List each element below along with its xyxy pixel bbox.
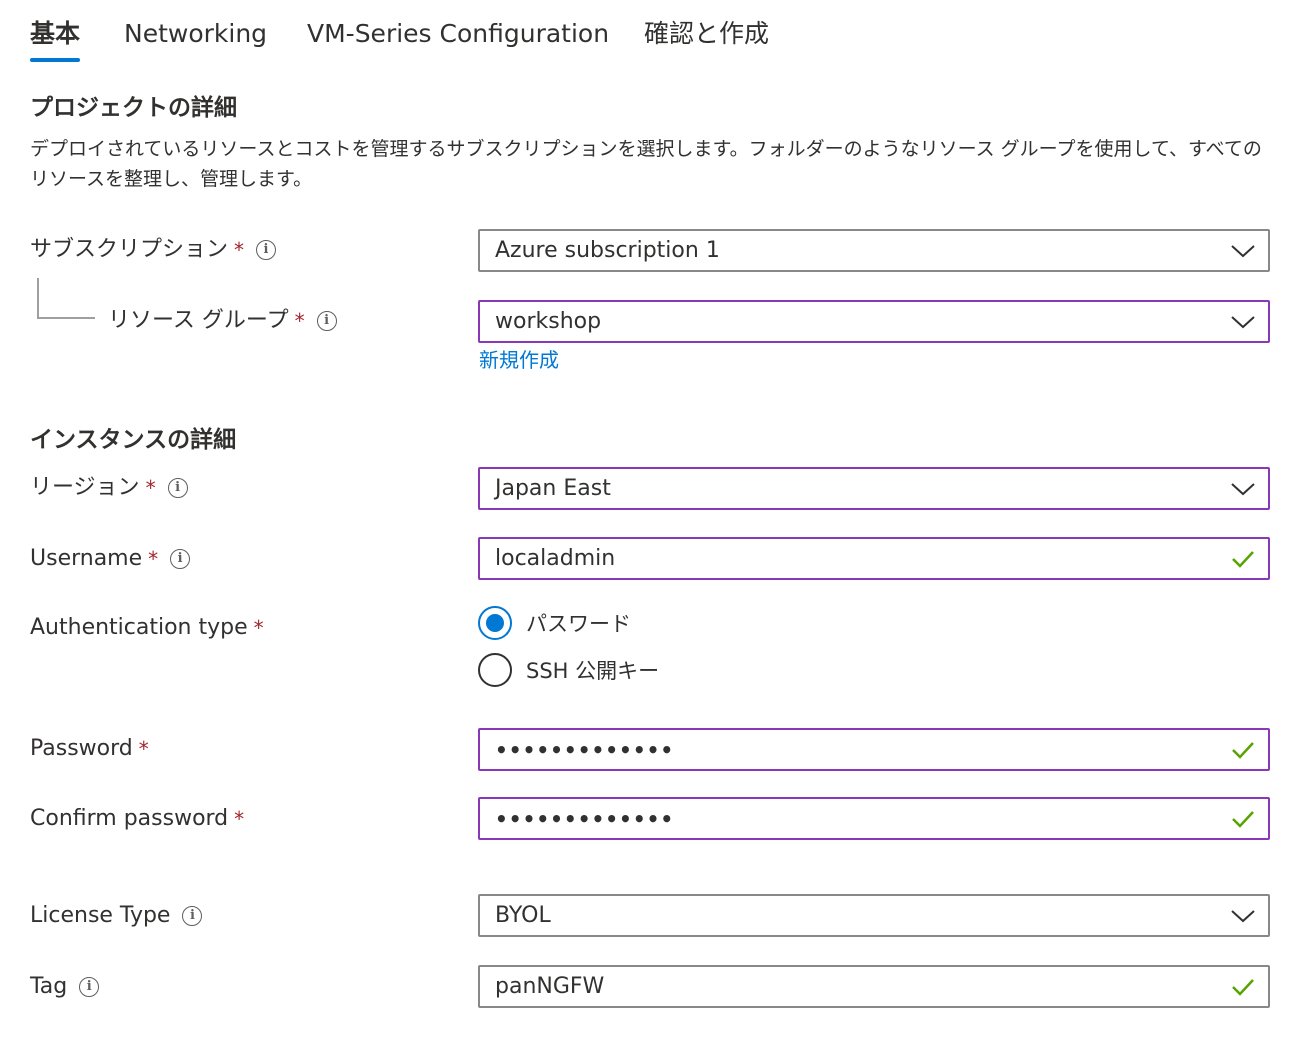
chevron-down-icon [1218, 896, 1268, 935]
checkmark-icon [1218, 539, 1268, 578]
tab-vm-series-configuration[interactable]: VM-Series Configuration [307, 14, 609, 62]
confirm-password-masked-value: ••••••••••••• [495, 806, 675, 831]
auth-password-label: パスワード [526, 612, 631, 636]
subscription-dropdown[interactable]: Azure subscription 1 [478, 229, 1270, 272]
subscription-label-text: サブスクリプション [30, 237, 229, 262]
auth-ssh-key-radio[interactable]: SSH 公開キー [478, 653, 659, 687]
tag-label: Tag i [30, 971, 100, 1003]
region-value: Japan East [495, 476, 611, 501]
project-details-description: デプロイされているリソースとコストを管理するサブスクリプションを選択します。フォ… [30, 138, 1262, 190]
username-label-text: Username [30, 546, 143, 571]
radio-unselected-icon [478, 653, 512, 687]
tag-value: panNGFW [495, 974, 605, 999]
info-icon[interactable]: i [170, 549, 191, 569]
tree-connector-horizontal [37, 317, 95, 319]
tab-review-create[interactable]: 確認と作成 [644, 14, 769, 62]
region-dropdown[interactable]: Japan East [478, 467, 1270, 510]
chevron-down-icon [1218, 302, 1268, 341]
checkmark-icon [1218, 967, 1268, 1006]
resource-group-dropdown[interactable]: workshop [478, 300, 1270, 343]
required-marker: * [253, 616, 264, 640]
tab-networking[interactable]: Networking [124, 14, 267, 62]
license-type-value: BYOL [495, 903, 551, 928]
required-marker: * [148, 547, 159, 571]
region-label-text: リージョン [30, 475, 140, 500]
subscription-label: サブスクリプション * i [30, 234, 277, 266]
info-icon[interactable]: i [316, 311, 337, 331]
subscription-value: Azure subscription 1 [495, 238, 720, 263]
resource-group-value: workshop [495, 309, 602, 334]
tag-label-text: Tag [30, 974, 68, 999]
tag-input[interactable]: panNGFW [478, 965, 1270, 1008]
license-type-label-text: License Type [30, 903, 171, 928]
auth-ssh-key-label: SSH 公開キー [526, 659, 660, 683]
required-marker: * [294, 309, 305, 333]
license-type-label: License Type i [30, 900, 203, 932]
checkmark-icon [1218, 799, 1268, 838]
password-input[interactable]: ••••••••••••• [478, 728, 1270, 771]
auth-type-label-text: Authentication type [30, 615, 248, 640]
project-details-heading: プロジェクトの詳細 [30, 95, 237, 121]
username-value: localadmin [495, 546, 616, 571]
username-input[interactable]: localadmin [478, 537, 1270, 580]
required-marker: * [234, 807, 245, 831]
auth-type-label: Authentication type * [30, 612, 264, 644]
info-icon[interactable]: i [256, 240, 277, 260]
chevron-down-icon [1218, 469, 1268, 508]
username-label: Username * i [30, 543, 191, 575]
required-marker: * [234, 238, 245, 262]
radio-selected-icon [478, 606, 512, 640]
required-marker: * [145, 476, 156, 500]
required-marker: * [138, 737, 149, 761]
password-label: Password * [30, 733, 149, 765]
info-icon[interactable]: i [79, 977, 100, 997]
resource-group-label: リソース グループ * i [108, 305, 337, 337]
info-icon[interactable]: i [182, 906, 203, 926]
tree-connector-vertical [37, 278, 39, 318]
tab-basics[interactable]: 基本 [30, 14, 81, 62]
checkmark-icon [1218, 730, 1268, 769]
chevron-down-icon [1218, 231, 1268, 270]
region-label: リージョン * i [30, 472, 188, 504]
resource-group-label-text: リソース グループ [108, 308, 289, 333]
confirm-password-input[interactable]: ••••••••••••• [478, 797, 1270, 840]
license-type-dropdown[interactable]: BYOL [478, 894, 1270, 937]
create-new-resource-group-link[interactable]: 新規作成 [479, 344, 559, 373]
instance-details-heading: インスタンスの詳細 [30, 427, 237, 453]
info-icon[interactable]: i [167, 478, 188, 498]
auth-password-radio[interactable]: パスワード [478, 606, 631, 640]
confirm-password-label: Confirm password * [30, 803, 244, 835]
confirm-password-label-text: Confirm password [30, 806, 229, 831]
password-masked-value: ••••••••••••• [495, 737, 675, 762]
password-label-text: Password [30, 736, 133, 761]
